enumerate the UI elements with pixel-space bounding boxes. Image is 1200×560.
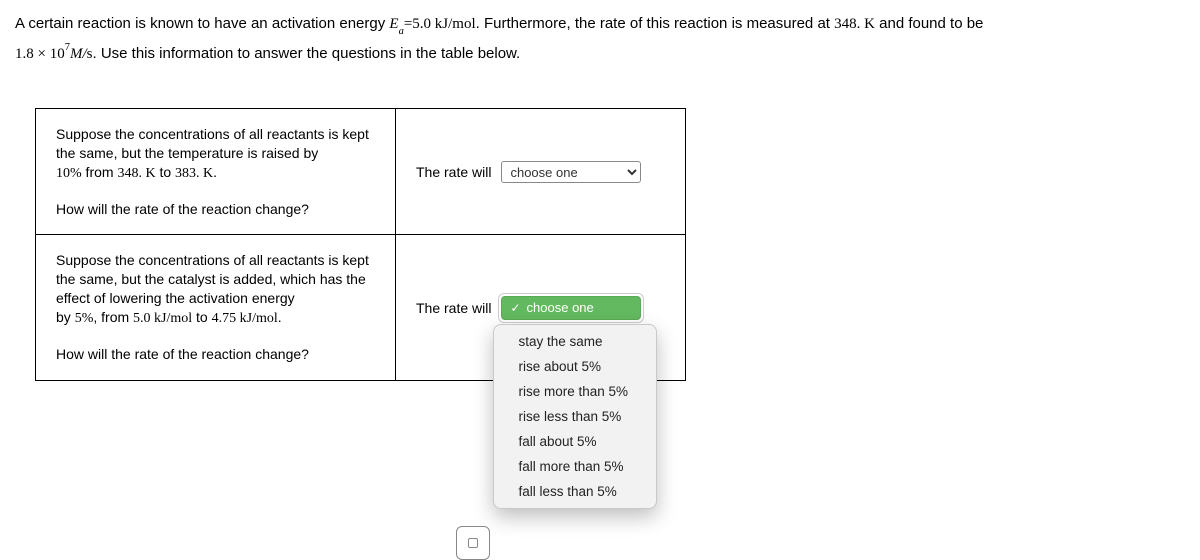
answer-2-cell: The rate will ✓ choose one stay the same…	[396, 235, 686, 380]
check-icon: ✓	[510, 301, 520, 315]
q2-to: to	[192, 309, 211, 325]
question-1-cell: Suppose the concentrations of all reacta…	[36, 108, 396, 235]
question-2-cell: Suppose the concentrations of all reacta…	[36, 235, 396, 380]
q1-rate-select[interactable]: choose one	[501, 161, 641, 183]
scroll-cursor-icon	[456, 526, 490, 560]
table-row: Suppose the concentrations of all reacta…	[36, 235, 686, 380]
q2-unit1: kJ/mol	[151, 311, 193, 326]
ea-equals: =	[404, 16, 412, 32]
problem-statement: A certain reaction is known to have an a…	[15, 10, 1185, 68]
q2-from: , from	[93, 309, 133, 325]
dropdown-option[interactable]: fall less than 5%	[494, 479, 656, 504]
q1-t2: 383. K	[175, 166, 213, 181]
q1-percent: 10%	[56, 166, 82, 181]
intro-text-3: and found to be	[875, 15, 983, 32]
q2-by: by	[56, 309, 75, 325]
ea-variable: E	[389, 16, 398, 32]
q1-from: from	[82, 164, 118, 180]
intro-text-2: . Furthermore, the rate of this reaction…	[476, 15, 835, 32]
dropdown-option[interactable]: rise less than 5%	[494, 404, 656, 429]
q2-ea1: 5.0	[133, 311, 151, 326]
ea-value: 5.0	[412, 16, 431, 32]
dropdown-option[interactable]: stay the same	[494, 329, 656, 354]
temp-initial: 348. K	[834, 16, 875, 32]
q2-answer-prefix: The rate will	[416, 300, 491, 316]
q2-unit2: kJ/mol	[236, 311, 278, 326]
q2-rate-select[interactable]: ✓ choose one	[501, 296, 641, 320]
q2-dropdown-popup: stay the same rise about 5% rise more th…	[493, 324, 657, 509]
intro-text-4: . Use this information to answer the que…	[92, 45, 520, 62]
q2-line1: Suppose the concentrations of all reacta…	[56, 252, 369, 306]
q1-line3: How will the rate of the reaction change…	[56, 201, 309, 217]
rate-exp: 7	[65, 42, 70, 53]
rate-unit-italic: M/	[70, 46, 87, 62]
q2-dot: .	[278, 309, 282, 325]
rate-coeff: 1.8 × 10	[15, 46, 65, 62]
question-table: Suppose the concentrations of all reacta…	[35, 108, 686, 381]
q1-answer-prefix: The rate will	[416, 164, 491, 180]
q2-ea2: 4.75	[212, 311, 237, 326]
ea-subscript: a	[399, 26, 404, 37]
dropdown-option[interactable]: rise about 5%	[494, 354, 656, 379]
q1-to: to	[156, 164, 175, 180]
intro-text: A certain reaction is known to have an a…	[15, 15, 389, 32]
q2-selected-label: choose one	[527, 300, 594, 315]
dropdown-option[interactable]: fall more than 5%	[494, 454, 656, 479]
dropdown-option[interactable]: fall about 5%	[494, 429, 656, 454]
q2-select-wrap: ✓ choose one stay the same rise about 5%…	[501, 296, 641, 320]
answer-1-cell: The rate will choose one	[396, 108, 686, 235]
q2-percent: 5%	[75, 311, 94, 326]
ea-unit: kJ/mol	[431, 16, 476, 32]
q1-t1: 348. K	[117, 166, 155, 181]
q2-line3: How will the rate of the reaction change…	[56, 346, 309, 362]
table-row: Suppose the concentrations of all reacta…	[36, 108, 686, 235]
q1-dot: .	[213, 164, 217, 180]
q1-line1: Suppose the concentrations of all reacta…	[56, 126, 369, 161]
dropdown-option[interactable]: rise more than 5%	[494, 379, 656, 404]
